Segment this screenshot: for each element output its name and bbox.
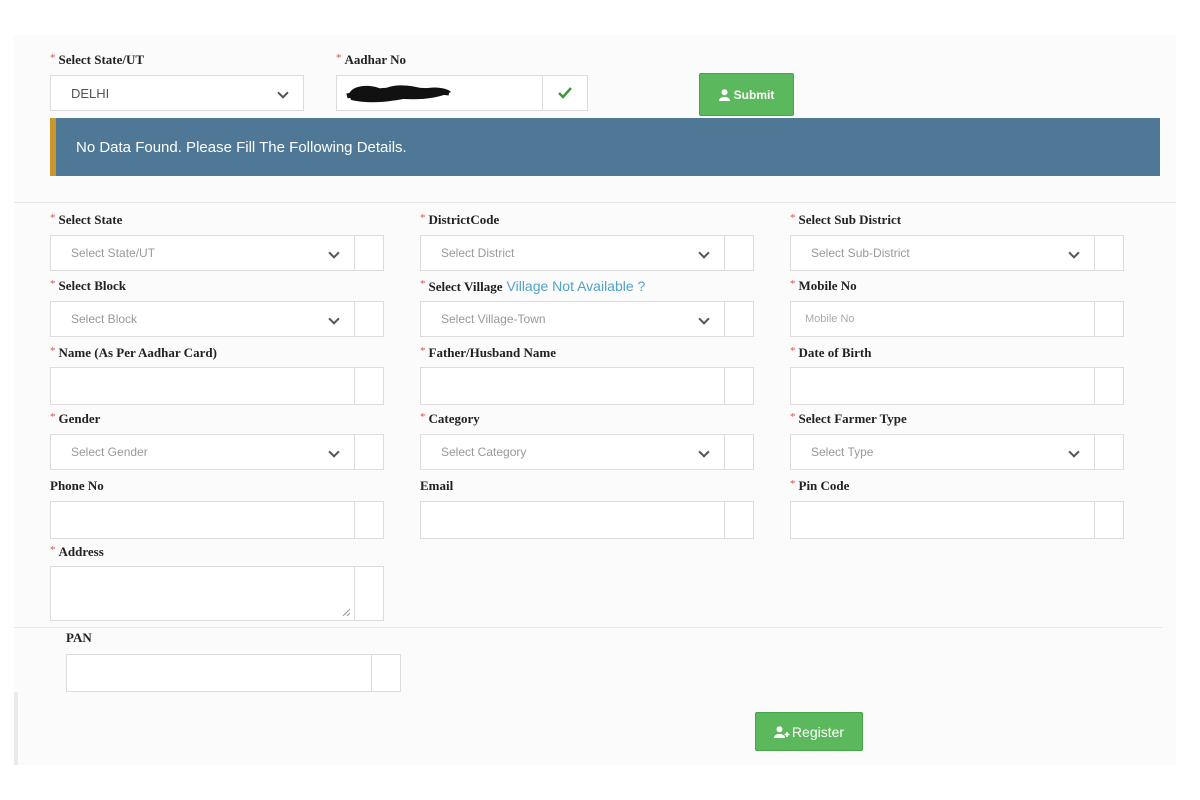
block-select[interactable]: Select Block <box>50 301 384 337</box>
gender-select[interactable]: Select Gender <box>50 434 384 470</box>
phone-input[interactable] <box>50 501 384 539</box>
state-select[interactable]: Select State/UT <box>50 235 384 271</box>
village-label: * Select Village Village Not Available ? <box>420 278 646 294</box>
aadhar-valid-icon <box>542 76 587 110</box>
block-placeholder: Select Block <box>71 312 138 326</box>
pincode-input[interactable] <box>790 501 1124 539</box>
submit-label: Submit <box>733 87 775 102</box>
chevron-down-icon <box>328 247 340 259</box>
subdistrict-select[interactable]: Select Sub-District <box>790 235 1124 271</box>
mobile-placeholder: Mobile No <box>805 313 855 325</box>
chevron-down-icon <box>698 313 710 325</box>
redacted-scribble <box>346 85 451 103</box>
chevron-down-icon <box>1068 446 1080 458</box>
farmer-type-select[interactable]: Select Type <box>790 434 1124 470</box>
add-user-icon <box>773 725 790 738</box>
submit-button[interactable]: Submit <box>699 73 794 116</box>
district-select[interactable]: Select District <box>420 235 754 271</box>
chevron-down-icon <box>328 313 340 325</box>
top-state-value: DELHI <box>71 85 110 101</box>
father-label: * Father/Husband Name <box>420 345 556 360</box>
chevron-down-icon <box>328 446 340 458</box>
section-divider <box>14 627 1162 628</box>
district-placeholder: Select District <box>441 246 515 260</box>
name-label: * Name (As Per Aadhar Card) <box>50 345 217 360</box>
pan-input[interactable] <box>66 654 401 692</box>
category-label: * Category <box>420 411 480 426</box>
mobile-label: * Mobile No <box>790 278 857 293</box>
farmer-type-label: * Select Farmer Type <box>790 411 907 426</box>
no-data-alert: No Data Found. Please Fill The Following… <box>50 118 1160 176</box>
dob-input[interactable] <box>790 367 1124 405</box>
category-select[interactable]: Select Category <box>420 434 754 470</box>
name-input[interactable] <box>50 367 384 405</box>
left-edge-bar <box>14 692 18 765</box>
top-state-label: * Select State/UT <box>50 52 145 67</box>
pincode-label: * Pin Code <box>790 478 850 493</box>
district-label: * DistrictCode <box>420 212 500 227</box>
category-placeholder: Select Category <box>441 445 527 459</box>
gender-placeholder: Select Gender <box>71 445 148 459</box>
state-label: * Select State <box>50 212 123 227</box>
state-placeholder: Select State/UT <box>71 246 156 260</box>
gender-label: * Gender <box>50 411 101 426</box>
block-label: * Select Block <box>50 278 127 293</box>
address-label: * Address <box>50 544 104 559</box>
address-textarea[interactable] <box>50 566 384 621</box>
email-input[interactable] <box>420 501 754 539</box>
aadhar-label: * Aadhar No <box>336 52 407 67</box>
user-icon <box>718 88 730 101</box>
village-select[interactable]: Select Village-Town <box>420 301 754 337</box>
mobile-input[interactable]: Mobile No <box>790 301 1124 337</box>
chevron-down-icon <box>698 446 710 458</box>
section-divider <box>14 202 1176 203</box>
phone-label: Phone No <box>50 478 104 493</box>
register-label: Register <box>791 723 845 740</box>
pan-label: PAN <box>66 630 92 645</box>
alert-text: No Data Found. Please Fill The Following… <box>76 138 407 156</box>
resize-grip-icon[interactable] <box>342 608 350 616</box>
chevron-down-icon <box>277 87 289 99</box>
top-state-select[interactable]: DELHI <box>50 75 304 111</box>
email-label: Email <box>420 478 454 493</box>
subdistrict-label: * Select Sub District <box>790 212 902 227</box>
aadhar-input[interactable] <box>336 75 588 111</box>
farmer-type-placeholder: Select Type <box>811 445 874 459</box>
dob-label: * Date of Birth <box>790 345 872 360</box>
chevron-down-icon <box>698 247 710 259</box>
village-not-available-link[interactable]: Village Not Available ? <box>507 278 646 294</box>
register-button[interactable]: Register <box>755 712 863 751</box>
subdistrict-placeholder: Select Sub-District <box>811 246 910 260</box>
village-placeholder: Select Village-Town <box>441 312 546 326</box>
chevron-down-icon <box>1068 247 1080 259</box>
father-input[interactable] <box>420 367 754 405</box>
